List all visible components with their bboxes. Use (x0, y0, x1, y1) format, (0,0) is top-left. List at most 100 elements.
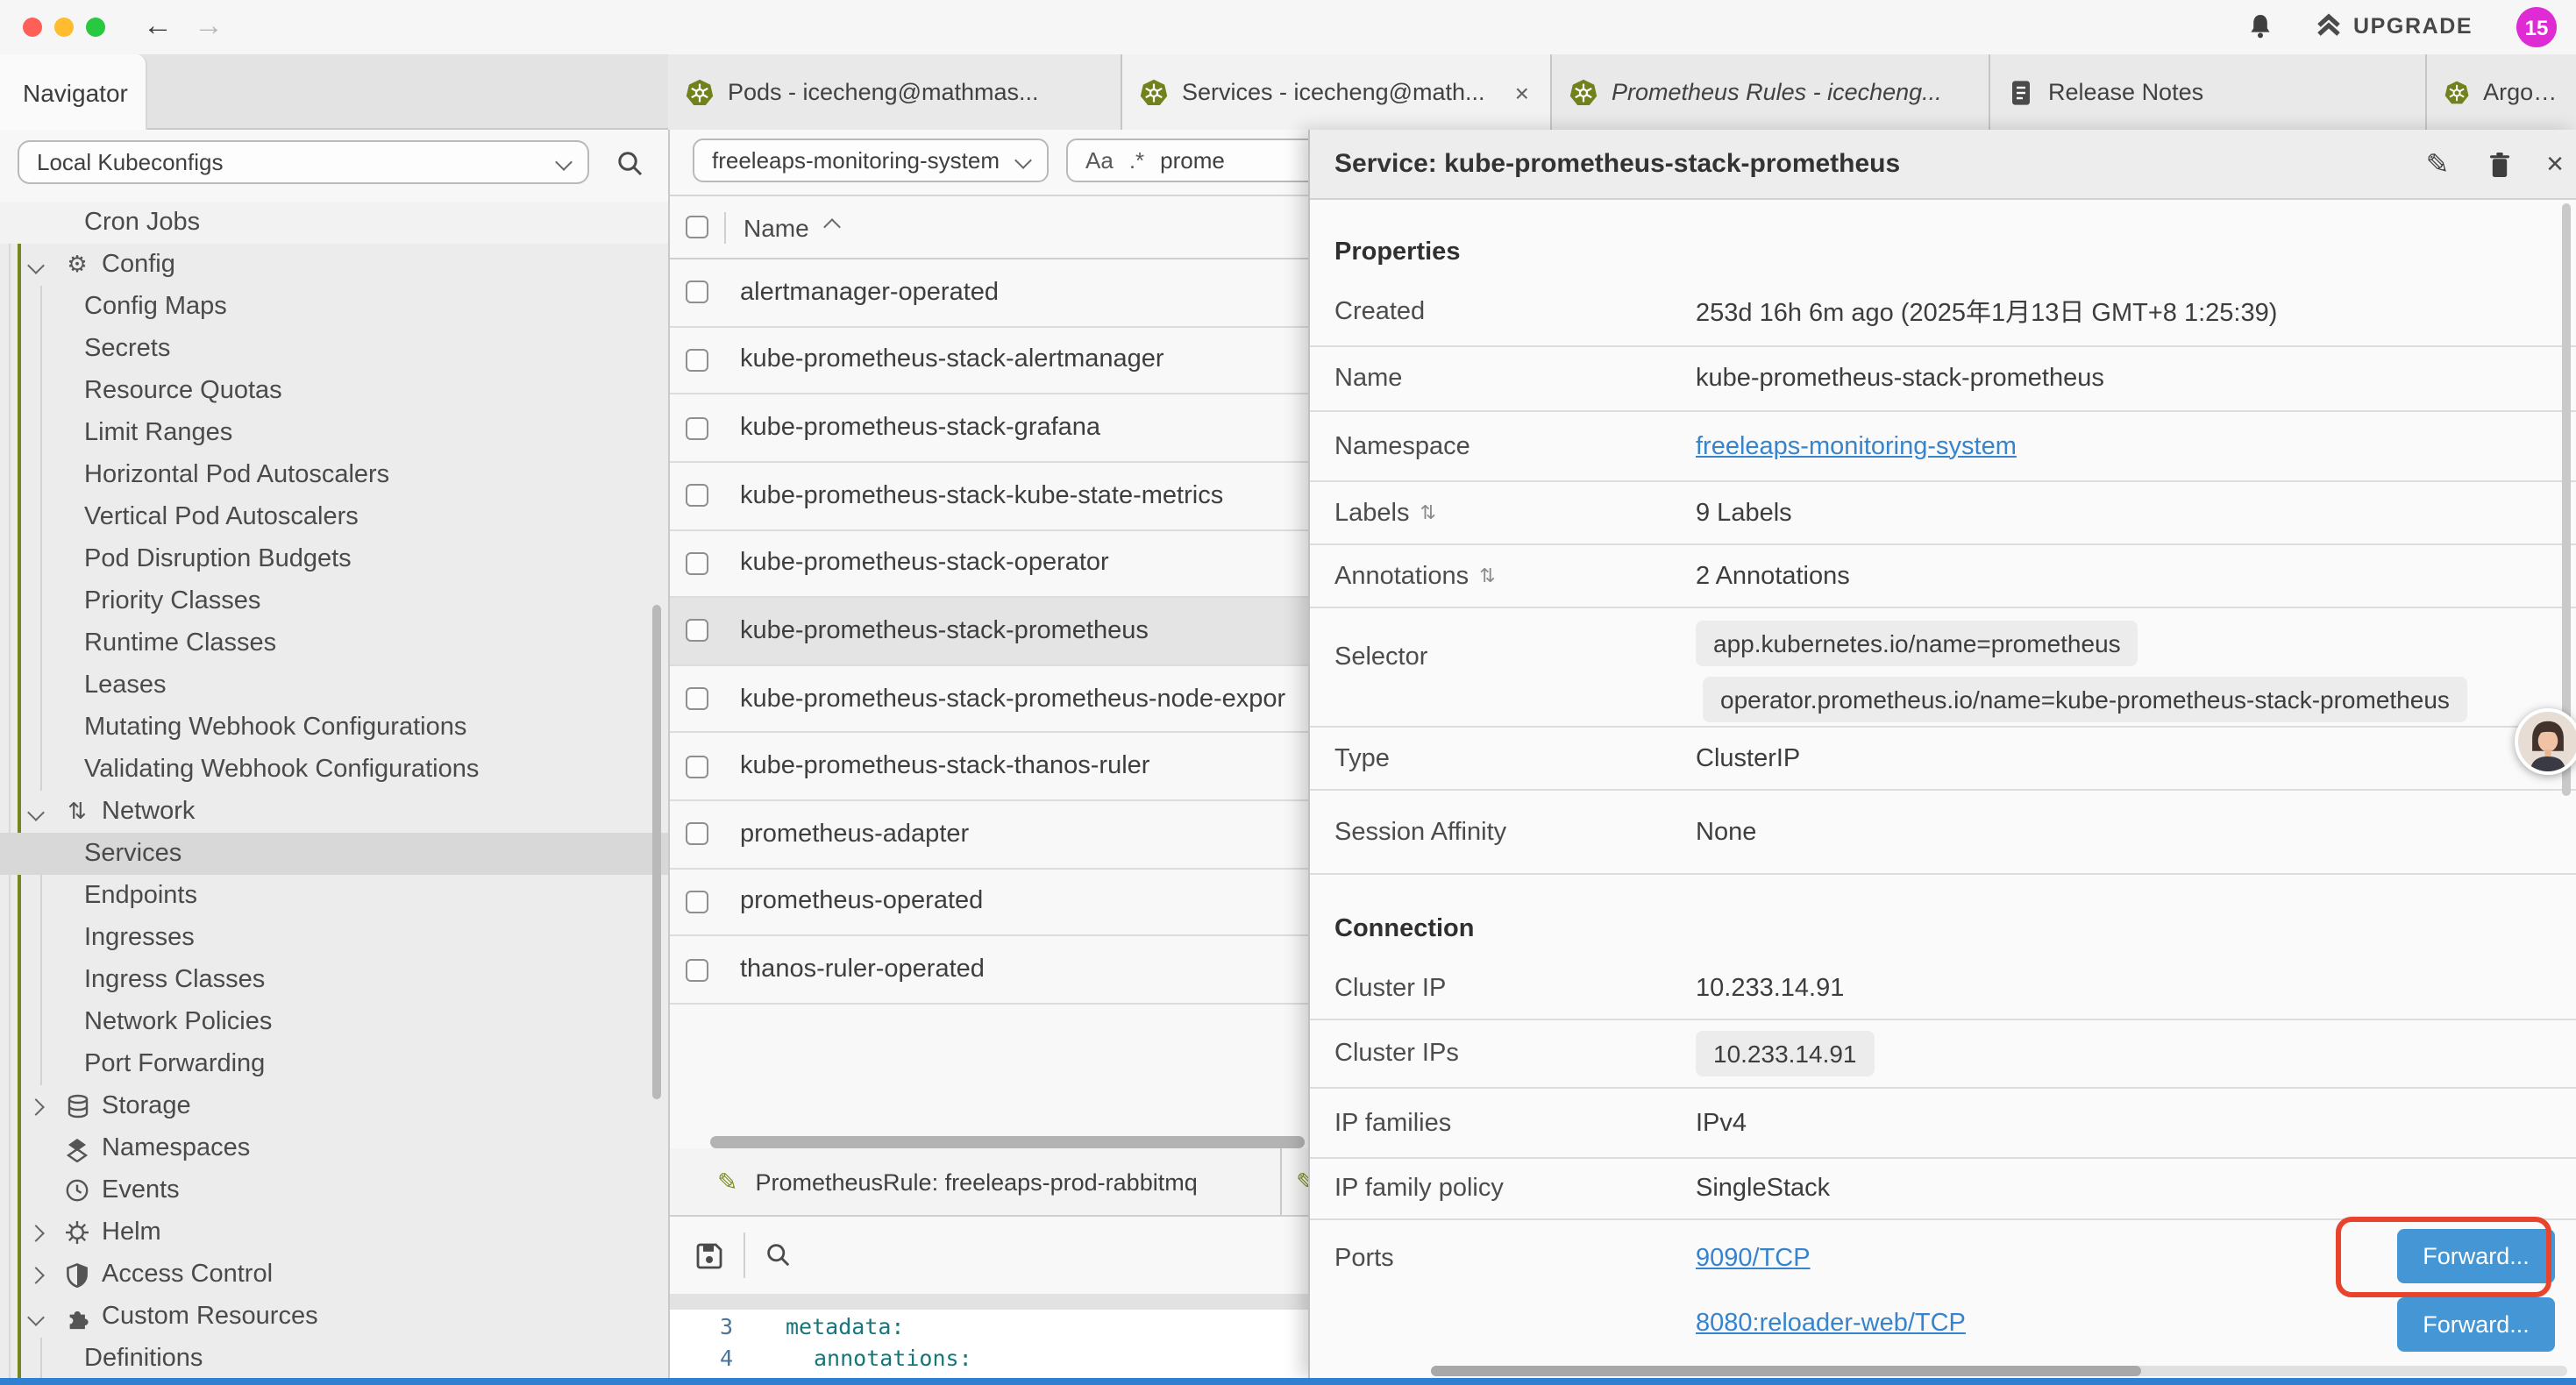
regex-toggle[interactable]: .* (1129, 147, 1144, 174)
list-horizontal-scrollbar[interactable] (710, 1136, 1305, 1148)
navigator-sidebar: Local Kubeconfigs Cron Jobs ⚙ Config Con… (0, 130, 668, 1378)
detail-horizontal-scrollbar[interactable] (1431, 1366, 2141, 1376)
tab-close-icon[interactable]: × (1512, 78, 1533, 106)
sidebar-item-services[interactable]: Services (0, 833, 668, 875)
sidebar-item-ingress-classes[interactable]: Ingress Classes (0, 959, 668, 1001)
sidebar-item-secrets[interactable]: Secrets (0, 328, 668, 370)
row-checkbox[interactable] (686, 484, 708, 507)
window-minimize-button[interactable] (54, 18, 74, 37)
expand-collapse-icon[interactable]: ⇅ (1479, 565, 1495, 587)
detail-vertical-scrollbar[interactable] (2562, 203, 2571, 796)
table-row[interactable]: alertmanager-operated (670, 259, 1308, 327)
sidebar-group-custom-resources[interactable]: Custom Resources (0, 1296, 668, 1338)
row-checkbox[interactable] (686, 552, 708, 575)
table-row[interactable]: kube-prometheus-stack-kube-state-metrics (670, 463, 1308, 530)
row-checkbox[interactable] (686, 891, 708, 913)
close-icon[interactable]: × (2532, 130, 2576, 200)
match-case-toggle[interactable]: Aa (1085, 147, 1114, 174)
save-icon[interactable] (694, 1240, 724, 1270)
upgrade-label: UPGRADE (2353, 14, 2473, 39)
sidebar-item-endpoints[interactable]: Endpoints (0, 875, 668, 917)
editor-tab-partial[interactable]: ✎ (1282, 1148, 1308, 1215)
window-zoom-button[interactable] (86, 18, 105, 37)
sidebar-item-horizontal-pod-autoscalers[interactable]: Horizontal Pod Autoscalers (0, 454, 668, 496)
tab-argo[interactable]: Argo Se (2427, 54, 2576, 130)
namespace-link[interactable]: freeleaps-monitoring-system (1696, 432, 2017, 460)
table-row[interactable]: thanos-ruler-operated (670, 937, 1308, 1005)
kubernetes-icon (2444, 78, 2469, 106)
sidebar-item-cron-jobs[interactable]: Cron Jobs (0, 202, 668, 244)
expand-collapse-icon[interactable]: ⇅ (1420, 501, 1435, 524)
sidebar-group-storage[interactable]: Storage (0, 1085, 668, 1127)
yaml-editor[interactable]: 3metadata: 4annotations: 5kubectl.kubern… (670, 1310, 1308, 1378)
sidebar-item-config-maps[interactable]: Config Maps (0, 286, 668, 328)
sidebar-item-leases[interactable]: Leases (0, 664, 668, 707)
sidebar-group-config[interactable]: ⚙ Config (0, 244, 668, 286)
editor-search-icon[interactable] (765, 1241, 793, 1269)
table-row[interactable]: kube-prometheus-stack-operator (670, 530, 1308, 598)
navigator-tab[interactable]: Navigator (0, 54, 147, 130)
services-rows: alertmanager-operated kube-prometheus-st… (670, 259, 1308, 1005)
tab-prometheus-rules[interactable]: Prometheus Rules - icecheng... (1552, 54, 1990, 130)
notifications-bell-icon[interactable] (2246, 12, 2274, 42)
row-checkbox[interactable] (686, 281, 708, 304)
tab-label: Prometheus Rules - icecheng... (1612, 79, 1942, 105)
sidebar-group-network[interactable]: ⇅ Network (0, 791, 668, 833)
back-button[interactable]: ← (137, 5, 179, 47)
upgrade-button[interactable]: UPGRADE (2315, 12, 2473, 40)
delete-trash-icon[interactable] (2476, 130, 2522, 200)
sidebar-item-limit-ranges[interactable]: Limit Ranges (0, 412, 668, 454)
row-checkbox[interactable] (686, 823, 708, 846)
table-row[interactable]: kube-prometheus-stack-prometheus-node-ex… (670, 666, 1308, 734)
sidebar-item-priority-classes[interactable]: Priority Classes (0, 580, 668, 622)
forward-button[interactable]: Forward... (2397, 1297, 2555, 1352)
sidebar-item-events[interactable]: Events (0, 1169, 668, 1211)
service-detail-panel: Service: kube-prometheus-stack-prometheu… (1308, 130, 2576, 1378)
sidebar-item-runtime-classes[interactable]: Runtime Classes (0, 622, 668, 664)
row-checkbox[interactable] (686, 958, 708, 981)
sidebar-item-mutating-webhook-configurations[interactable]: Mutating Webhook Configurations (0, 707, 668, 749)
sidebar-group-helm[interactable]: Helm (0, 1211, 668, 1254)
kubeconfig-select[interactable]: Local Kubeconfigs (18, 140, 589, 184)
filter-input[interactable]: Aa .* prome (1066, 138, 1308, 182)
tab-pods[interactable]: Pods - icecheng@mathmas... (668, 54, 1122, 130)
table-row[interactable]: kube-prometheus-stack-alertmanager (670, 327, 1308, 394)
row-checkbox[interactable] (686, 620, 708, 643)
sort-ascending-icon[interactable] (824, 218, 842, 236)
port-link-9090[interactable]: 9090/TCP (1696, 1245, 1811, 1273)
column-header-name[interactable]: Name (744, 213, 809, 241)
row-checkbox[interactable] (686, 687, 708, 710)
sidebar-item-validating-webhook-configurations[interactable]: Validating Webhook Configurations (0, 749, 668, 791)
sidebar-item-vertical-pod-autoscalers[interactable]: Vertical Pod Autoscalers (0, 496, 668, 538)
forward-button[interactable]: → (188, 5, 230, 47)
detail-row-cluster-ips: Cluster IPs 10.233.14.91 (1310, 1020, 2576, 1089)
sidebar-item-resource-quotas[interactable]: Resource Quotas (0, 370, 668, 412)
table-row-selected[interactable]: kube-prometheus-stack-prometheus (670, 598, 1308, 665)
sidebar-item-definitions[interactable]: Definitions (0, 1338, 668, 1378)
edit-pencil-icon[interactable]: ✎ (2415, 130, 2460, 200)
port-link-8080[interactable]: 8080:reloader-web/TCP (1696, 1310, 1966, 1338)
row-checkbox[interactable] (686, 416, 708, 439)
sidebar-search-icon[interactable] (616, 149, 645, 179)
sidebar-scrollbar[interactable] (652, 605, 661, 1099)
sidebar-item-namespaces[interactable]: Namespaces (0, 1127, 668, 1169)
row-checkbox[interactable] (686, 349, 708, 372)
namespace-select[interactable]: freeleaps-monitoring-system (693, 138, 1049, 182)
table-row[interactable]: kube-prometheus-stack-grafana (670, 395, 1308, 463)
table-row[interactable]: kube-prometheus-stack-thanos-ruler (670, 734, 1308, 801)
sidebar-item-ingresses[interactable]: Ingresses (0, 917, 668, 959)
sidebar-item-pod-disruption-budgets[interactable]: Pod Disruption Budgets (0, 538, 668, 580)
table-row[interactable]: prometheus-adapter (670, 801, 1308, 869)
assistant-avatar[interactable] (2515, 708, 2576, 775)
profile-badge[interactable]: 15 (2516, 7, 2557, 47)
sidebar-item-network-policies[interactable]: Network Policies (0, 1001, 668, 1043)
editor-tab-prometheusrule[interactable]: ✎ PrometheusRule: freeleaps-prod-rabbitm… (670, 1148, 1282, 1215)
table-row[interactable]: prometheus-operated (670, 869, 1308, 936)
window-close-button[interactable] (23, 18, 42, 37)
tab-services[interactable]: Services - icecheng@math... × (1122, 54, 1552, 130)
select-all-checkbox[interactable] (686, 216, 708, 238)
sidebar-item-port-forwarding[interactable]: Port Forwarding (0, 1043, 668, 1085)
tab-release-notes[interactable]: Release Notes (1990, 54, 2427, 130)
sidebar-group-access-control[interactable]: Access Control (0, 1254, 668, 1296)
row-checkbox[interactable] (686, 755, 708, 778)
